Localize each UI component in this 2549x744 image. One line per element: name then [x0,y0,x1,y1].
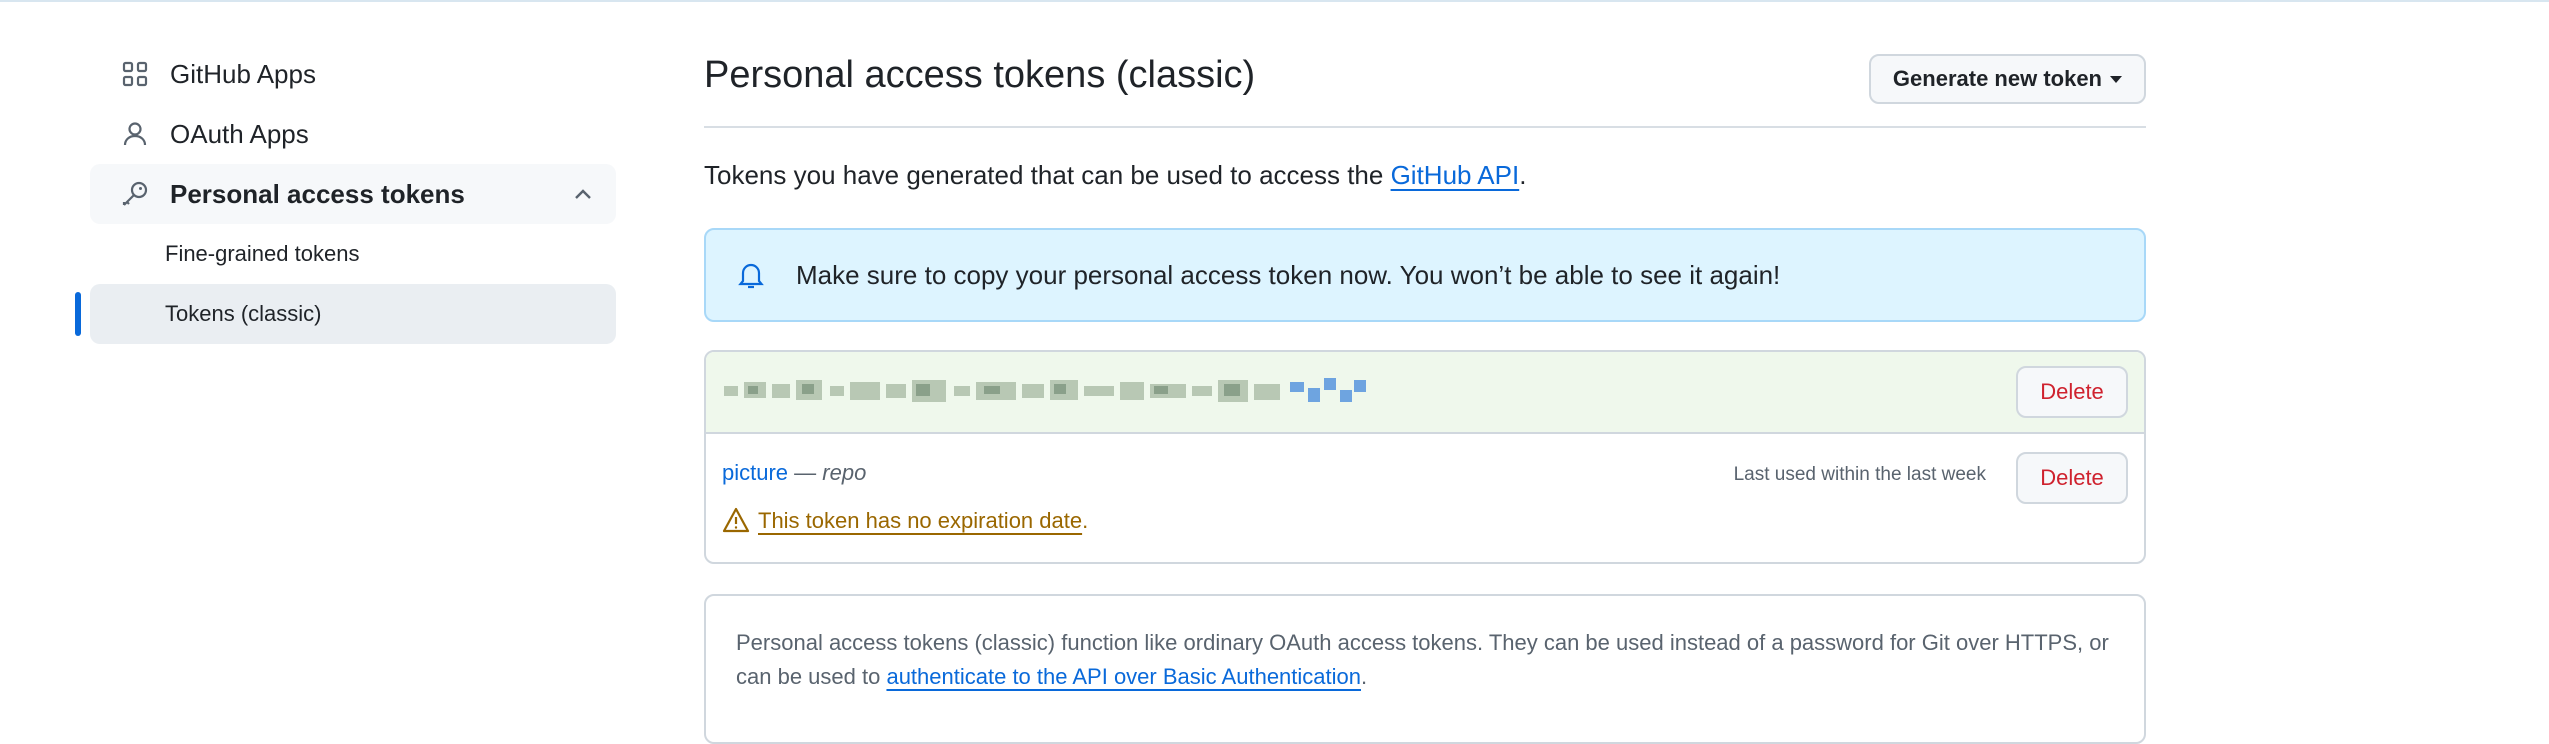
delete-new-token-button[interactable]: Delete [2016,366,2128,418]
flash-message: Make sure to copy your personal access t… [796,259,1781,290]
top-border [0,0,2549,2]
info-suffix: . [1361,664,1368,689]
alert-icon [722,506,752,536]
delete-token-button[interactable]: Delete [2016,452,2128,504]
token-scope: repo [822,460,867,485]
sidebar-item-label: Personal access tokens [170,178,465,209]
generate-new-token-label: Generate new token [1892,66,2102,91]
intro-suffix: . [1519,160,1527,190]
github-api-link[interactable]: GitHub API [1391,160,1520,190]
bell-icon [736,260,766,290]
delete-label: Delete [2040,379,2104,404]
new-token-row: Delete [706,352,2144,434]
settings-sidebar: GitHub Apps OAuth Apps Personal access t… [75,44,616,344]
key-icon [120,179,150,209]
delete-label: Delete [2040,465,2104,490]
apps-grid-icon [120,59,150,89]
token-last-used: Last used within the last week [1733,464,1986,485]
sidebar-item-label: OAuth Apps [170,118,309,149]
sidebar-item-oauth-apps[interactable]: OAuth Apps [90,104,616,164]
intro-text-body: Tokens you have generated that can be us… [704,160,1391,190]
flash-notice: Make sure to copy your personal access t… [704,228,2146,322]
warning-suffix: . [1082,508,1089,533]
page-header: Personal access tokens (classic) Generat… [704,40,2146,128]
person-icon [120,119,150,149]
page-title: Personal access tokens (classic) [704,54,1256,96]
chevron-up-icon[interactable] [568,179,598,209]
main-content: Personal access tokens (classic) Generat… [704,40,2146,744]
intro-text: Tokens you have generated that can be us… [704,160,1526,191]
basic-auth-link[interactable]: authenticate to the API over Basic Authe… [886,664,1361,689]
token-row: picture — repo Last used within the last… [706,434,2144,562]
no-expiration-link[interactable]: This token has no expiration date [758,508,1082,534]
sidebar-subitem-label: Tokens (classic) [165,301,322,326]
token-separator: — [788,460,823,485]
tokens-list: Delete picture — repo Last used within t… [704,350,2146,564]
sidebar-subitem-label: Fine-grained tokens [165,241,360,266]
sidebar-item-personal-access-tokens[interactable]: Personal access tokens [90,164,616,224]
expiration-warning: This token has no expiration date. [722,506,1088,536]
selected-indicator [75,292,81,336]
sidebar-subitem-fine-grained-tokens[interactable]: Fine-grained tokens [90,224,616,284]
token-name-link[interactable]: picture [722,460,788,485]
sidebar-item-github-apps[interactable]: GitHub Apps [90,44,616,104]
generate-new-token-button[interactable]: Generate new token [1868,54,2146,104]
blurred-token-value [724,378,1366,402]
caret-down-icon [2110,75,2122,83]
sidebar-subitem-tokens-classic[interactable]: Tokens (classic) [75,284,616,344]
sidebar-item-label: GitHub Apps [170,58,316,89]
token-title: picture — repo [722,460,866,486]
